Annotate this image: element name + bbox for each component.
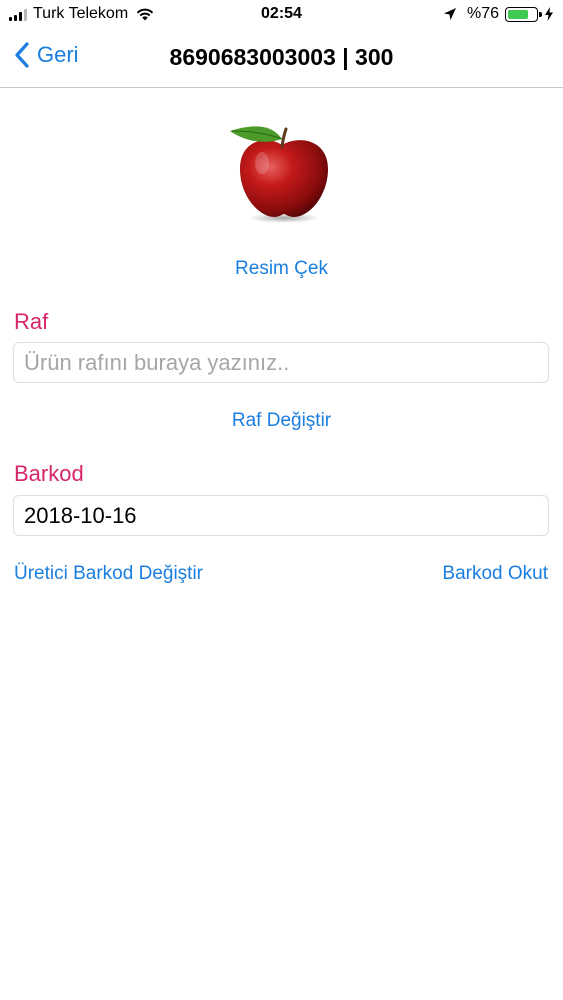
- battery-icon: [505, 6, 542, 22]
- navigation-bar: Geri 8690683003003 | 300: [0, 30, 563, 88]
- take-photo-button[interactable]: Resim Çek: [0, 258, 563, 280]
- shelf-input[interactable]: [13, 342, 549, 383]
- location-arrow-icon: [443, 8, 456, 20]
- scan-barcode-button[interactable]: Barkod Okut: [442, 563, 548, 585]
- battery-percent: %76: [466, 5, 499, 22]
- page-title: 8690683003003 | 300: [169, 44, 394, 70]
- barcode-label: Barkod: [14, 461, 84, 486]
- shelf-label: Raf: [14, 309, 49, 334]
- status-bar: Turk Telekom 02:54 %76: [0, 0, 563, 30]
- change-shelf-button[interactable]: Raf Değiştir: [0, 410, 563, 432]
- barcode-input[interactable]: [13, 495, 549, 536]
- status-right: %76: [443, 5, 553, 23]
- product-image: [230, 126, 328, 223]
- charging-bolt-icon: [545, 7, 553, 21]
- change-manufacturer-barcode-button[interactable]: Üretici Barkod Değiştir: [14, 563, 203, 585]
- battery-level: [508, 9, 528, 19]
